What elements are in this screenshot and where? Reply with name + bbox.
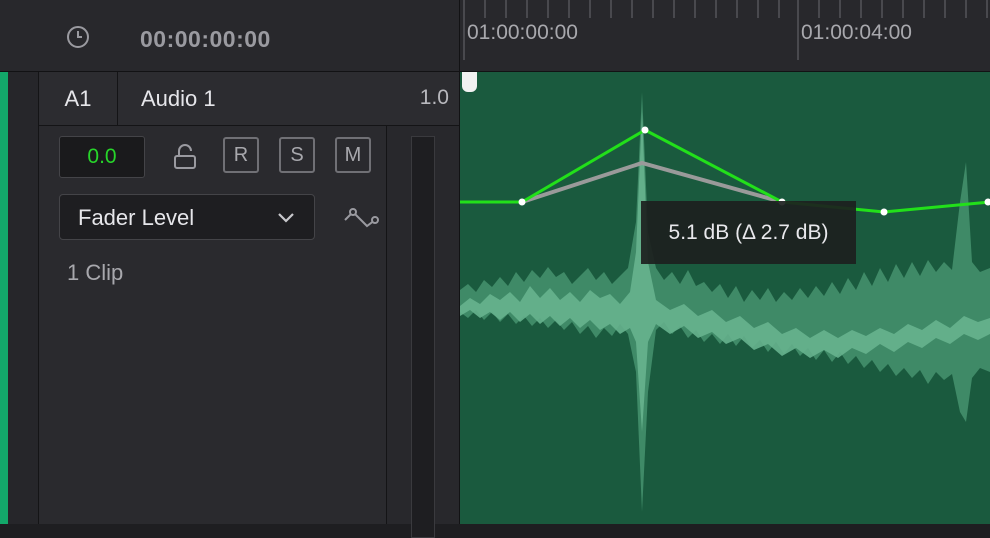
track-ratio: 1.0 bbox=[420, 86, 449, 110]
audio-waveform bbox=[460, 72, 990, 524]
automation-parameter-label: Fader Level bbox=[78, 205, 194, 231]
automation-line bbox=[460, 130, 990, 212]
track-strip-gap bbox=[8, 72, 39, 524]
chevron-down-icon bbox=[276, 209, 296, 225]
record-arm-button[interactable]: R bbox=[223, 137, 259, 173]
timecode-panel: 00:00:00:00 bbox=[0, 0, 459, 72]
automation-curve-icon[interactable] bbox=[341, 206, 385, 234]
solo-button[interactable]: S bbox=[279, 137, 315, 173]
track-id: A1 bbox=[39, 72, 118, 125]
ruler-label-start: 01:00:00:00 bbox=[467, 21, 578, 45]
timecode-display[interactable]: 00:00:00:00 bbox=[140, 26, 271, 53]
automation-value-tooltip: 5.1 dB (Δ 2.7 dB) bbox=[641, 201, 856, 264]
ruler-label-4s: 01:00:04:00 bbox=[801, 21, 912, 45]
timeline-ruler[interactable]: 01:00:00:00 01:00:04:00 bbox=[460, 0, 990, 72]
track-controls: 0.0 R S M Fader Level 1 Clip bbox=[39, 126, 387, 524]
automation-parameter-dropdown[interactable]: Fader Level bbox=[59, 194, 315, 240]
track-header: A1 Audio 1 1.0 0.0 R S M Fader Level 1 C… bbox=[39, 72, 459, 524]
clip-count: 1 Clip bbox=[67, 260, 123, 286]
mute-button[interactable]: M bbox=[335, 137, 371, 173]
lock-icon[interactable] bbox=[173, 144, 197, 170]
track-name[interactable]: Audio 1 bbox=[141, 86, 216, 112]
clock-icon[interactable] bbox=[66, 25, 90, 49]
audio-meter bbox=[411, 136, 435, 538]
track-color-strip bbox=[0, 72, 8, 524]
audio-clip[interactable] bbox=[460, 72, 990, 524]
audio-meter-area bbox=[387, 126, 459, 524]
track-name-row: A1 Audio 1 1.0 bbox=[39, 72, 459, 126]
playhead-handle[interactable] bbox=[462, 72, 477, 92]
track-volume-field[interactable]: 0.0 bbox=[59, 136, 145, 178]
